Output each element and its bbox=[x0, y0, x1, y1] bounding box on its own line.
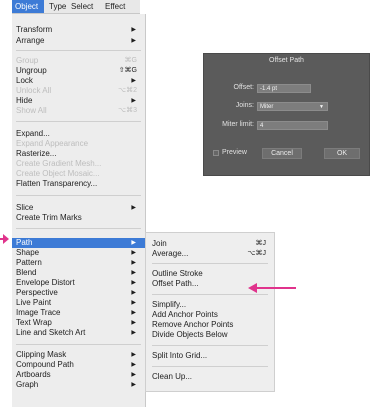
shortcut: ⌥⌘J bbox=[247, 250, 266, 257]
menu-item-ungroup[interactable]: Ungroup ⇧⌘G bbox=[12, 66, 145, 76]
menu-item-arrange[interactable]: Arrange ▶ bbox=[12, 36, 145, 46]
submenu-arrow-icon: ▶ bbox=[131, 330, 136, 336]
menu-item-expand[interactable]: Expand... bbox=[12, 129, 145, 139]
menu-item-lock[interactable]: Lock ▶ bbox=[12, 76, 145, 86]
shortcut: ⌘J bbox=[255, 240, 267, 247]
menu-item-unlock-all: Unlock All ⌥⌘2 bbox=[16, 86, 137, 95]
menu-separator bbox=[16, 195, 141, 196]
menu-item-create-gradient-mesh: Create Gradient Mesh... bbox=[16, 159, 102, 168]
shortcut: ⇧⌘G bbox=[118, 67, 137, 74]
submenu-arrow-icon: ▶ bbox=[131, 382, 136, 388]
miter-limit-input[interactable]: 4 bbox=[257, 121, 328, 130]
menu-item-text-wrap[interactable]: Text Wrap ▶ bbox=[12, 318, 145, 328]
menu-item-rasterize[interactable]: Rasterize... bbox=[12, 149, 145, 159]
submenu-item-average[interactable]: Average... ⌥⌘J bbox=[146, 249, 274, 259]
submenu-arrow-icon: ▶ bbox=[131, 310, 136, 316]
submenu-item-outline-stroke[interactable]: Outline Stroke bbox=[146, 269, 274, 279]
menu-item-graph[interactable]: Graph ▶ bbox=[12, 380, 145, 390]
menu-item-line-and-sketch-art[interactable]: Line and Sketch Art ▶ bbox=[12, 328, 145, 338]
submenu-arrow-icon: ▶ bbox=[131, 352, 136, 358]
object-menu: Transform ▶ Arrange ▶ Group ⌘G Ungroup ⇧⌘G L… bbox=[12, 14, 146, 407]
submenu-arrow-icon: ▶ bbox=[131, 270, 136, 276]
submenu-item-join[interactable]: Join ⌘J bbox=[146, 239, 274, 249]
submenu-arrow-icon: ▶ bbox=[131, 320, 136, 326]
submenu-arrow-icon: ▶ bbox=[131, 300, 136, 306]
cancel-button[interactable]: Cancel bbox=[262, 148, 302, 159]
offset-label: Offset: bbox=[233, 84, 255, 91]
menu-item-artboards[interactable]: Artboards ▶ bbox=[12, 370, 145, 380]
shortcut: ⌥⌘2 bbox=[118, 87, 137, 94]
menu-item-pattern[interactable]: Pattern ▶ bbox=[12, 258, 145, 268]
shortcut: ⌘G bbox=[124, 57, 137, 64]
submenu-arrow-icon: ▶ bbox=[131, 372, 136, 378]
menu-effect[interactable]: Effect bbox=[102, 0, 128, 13]
submenu-arrow-icon: ▶ bbox=[131, 362, 136, 368]
menu-bar: Object Type Select Effect bbox=[12, 0, 140, 14]
menu-item-slice[interactable]: Slice ▶ bbox=[12, 203, 145, 213]
menu-item-path[interactable]: Path ▶ bbox=[12, 238, 145, 248]
menu-item-show-all: Show All ⌥⌘3 bbox=[16, 106, 137, 115]
menu-item-group: Group ⌘G bbox=[16, 56, 137, 65]
menu-separator bbox=[16, 50, 141, 51]
menu-separator bbox=[152, 263, 268, 264]
menu-item-live-paint[interactable]: Live Paint ▶ bbox=[12, 298, 145, 308]
menu-item-shape[interactable]: Shape ▶ bbox=[12, 248, 145, 258]
menu-type[interactable]: Type bbox=[46, 0, 69, 13]
menu-item-perspective[interactable]: Perspective ▶ bbox=[12, 288, 145, 298]
arrow-right-icon bbox=[3, 234, 9, 244]
menu-select[interactable]: Select bbox=[68, 0, 96, 13]
submenu-arrow-icon: ▶ bbox=[131, 27, 136, 33]
menu-separator bbox=[152, 366, 268, 367]
menu-item-envelope-distort[interactable]: Envelope Distort ▶ bbox=[12, 278, 145, 288]
submenu-arrow-icon: ▶ bbox=[131, 260, 136, 266]
preview-checkbox[interactable] bbox=[213, 150, 219, 156]
submenu-item-clean-up[interactable]: Clean Up... bbox=[146, 372, 274, 382]
submenu-item-add-anchor-points[interactable]: Add Anchor Points bbox=[146, 310, 274, 320]
menu-separator bbox=[16, 121, 141, 122]
submenu-arrow-icon: ▶ bbox=[131, 250, 136, 256]
offset-path-dialog: Offset Path Offset: -1.4 pt Joins: Miter… bbox=[203, 53, 370, 176]
menu-separator bbox=[16, 344, 141, 345]
submenu-arrow-icon: ▶ bbox=[131, 98, 136, 104]
menu-item-expand-appearance: Expand Appearance bbox=[16, 139, 89, 148]
submenu-item-divide-objects-below[interactable]: Divide Objects Below bbox=[146, 330, 274, 340]
menu-item-clipping-mask[interactable]: Clipping Mask ▶ bbox=[12, 350, 145, 360]
offset-input[interactable]: -1.4 pt bbox=[257, 84, 311, 93]
submenu-item-simplify[interactable]: Simplify... bbox=[146, 300, 274, 310]
menu-item-compound-path[interactable]: Compound Path ▶ bbox=[12, 360, 145, 370]
offset-path-pointer-arrow bbox=[256, 287, 296, 289]
submenu-arrow-icon: ▶ bbox=[131, 205, 136, 211]
menu-item-transform[interactable]: Transform ▶ bbox=[12, 25, 145, 35]
submenu-arrow-icon: ▶ bbox=[131, 240, 136, 246]
preview-label: Preview bbox=[222, 149, 247, 156]
miter-limit-label: Miter limit: bbox=[222, 121, 254, 128]
menu-item-flatten-transparency[interactable]: Flatten Transparency... bbox=[12, 179, 145, 189]
joins-label: Joins: bbox=[235, 102, 254, 109]
menu-item-blend[interactable]: Blend ▶ bbox=[12, 268, 145, 278]
menu-item-create-object-mosaic: Create Object Mosaic... bbox=[16, 169, 100, 178]
submenu-arrow-icon: ▶ bbox=[131, 38, 136, 44]
path-submenu: Join ⌘J Average... ⌥⌘J Outline Stroke Offs… bbox=[145, 232, 275, 392]
menu-item-create-trim-marks[interactable]: Create Trim Marks bbox=[12, 213, 145, 223]
menu-separator bbox=[16, 228, 141, 229]
menu-separator bbox=[152, 345, 268, 346]
ok-button[interactable]: OK bbox=[324, 148, 360, 159]
submenu-arrow-icon: ▶ bbox=[131, 290, 136, 296]
joins-select[interactable]: Miter ▼ bbox=[257, 102, 328, 111]
shortcut: ⌥⌘3 bbox=[118, 107, 137, 114]
submenu-item-remove-anchor-points[interactable]: Remove Anchor Points bbox=[146, 320, 274, 330]
submenu-arrow-icon: ▶ bbox=[131, 78, 136, 84]
menu-object[interactable]: Object bbox=[12, 0, 44, 13]
submenu-item-split-into-grid[interactable]: Split Into Grid... bbox=[146, 351, 274, 361]
menu-separator bbox=[152, 294, 268, 295]
chevron-down-icon: ▼ bbox=[319, 104, 324, 110]
menu-item-image-trace[interactable]: Image Trace ▶ bbox=[12, 308, 145, 318]
menu-item-hide[interactable]: Hide ▶ bbox=[12, 96, 145, 106]
dialog-title: Offset Path bbox=[269, 57, 304, 64]
submenu-arrow-icon: ▶ bbox=[131, 280, 136, 286]
